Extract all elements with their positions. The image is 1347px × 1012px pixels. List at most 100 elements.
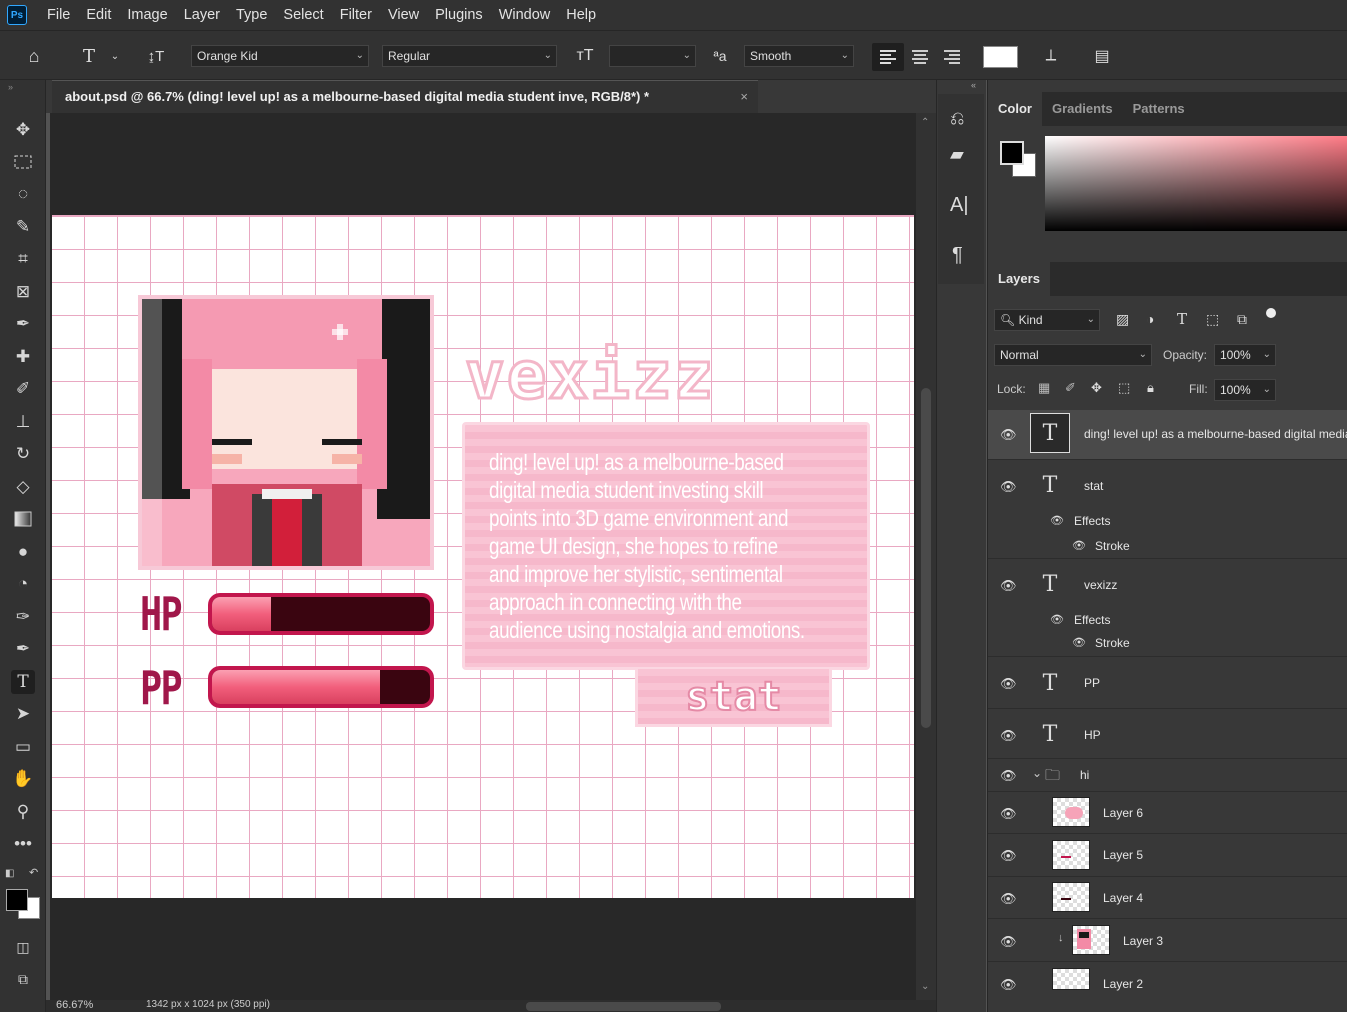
horizontal-scrollbar-thumb[interactable] bbox=[526, 1002, 721, 1011]
stroke-eye-icon[interactable]: 👁︎ bbox=[1072, 539, 1086, 552]
menu-help[interactable]: Help bbox=[558, 0, 604, 30]
menu-window[interactable]: Window bbox=[491, 0, 559, 30]
pen-tool-icon[interactable]: ✑ bbox=[11, 605, 35, 629]
layer-row-layer6[interactable]: 👁︎ Layer 6 bbox=[988, 792, 1347, 834]
layer-name[interactable]: vexizz bbox=[1084, 578, 1117, 592]
type-tool-preset-icon[interactable]: T bbox=[78, 45, 100, 67]
menu-type[interactable]: Type bbox=[228, 0, 275, 30]
menu-filter[interactable]: Filter bbox=[332, 0, 380, 30]
stroke-eye-icon[interactable]: 👁︎ bbox=[1072, 636, 1086, 649]
document-info[interactable]: 1342 px x 1024 px (350 ppi) bbox=[146, 999, 270, 1010]
eyedropper-tool-icon[interactable]: ✒ bbox=[11, 312, 35, 336]
chevron-down-icon[interactable]: ⌄ bbox=[104, 45, 126, 67]
visibility-eye-icon[interactable]: 👁︎ bbox=[1000, 768, 1017, 784]
align-center-button[interactable] bbox=[904, 43, 936, 71]
color-picker-fg-swatch[interactable] bbox=[1000, 141, 1024, 165]
crop-tool-icon[interactable]: ⌗ bbox=[11, 247, 35, 271]
foreground-color-swatch[interactable] bbox=[6, 889, 28, 911]
stroke-label[interactable]: Stroke bbox=[1095, 636, 1130, 650]
tab-gradients[interactable]: Gradients bbox=[1042, 92, 1123, 126]
layer-name[interactable]: Layer 6 bbox=[1103, 806, 1143, 820]
vertical-scrollbar[interactable]: ⌃ ⌄ bbox=[916, 113, 936, 1000]
visibility-eye-icon[interactable]: 👁︎ bbox=[1000, 806, 1017, 822]
align-right-button[interactable] bbox=[936, 43, 968, 71]
effects-eye-icon[interactable]: 👁︎ bbox=[1050, 613, 1064, 626]
lock-transparent-icon[interactable]: ▦ bbox=[1038, 380, 1050, 396]
visibility-eye-icon[interactable]: 👁︎ bbox=[1000, 977, 1017, 993]
layer-row-layer5[interactable]: 👁︎ Layer 5 bbox=[988, 834, 1347, 877]
layer-name[interactable]: stat bbox=[1084, 479, 1103, 493]
antialias-dropdown[interactable]: Smooth ⌄ bbox=[744, 45, 854, 67]
toggle-text-orientation-icon[interactable]: ↨T bbox=[145, 45, 167, 67]
character-panel-icon[interactable]: A| bbox=[950, 194, 969, 217]
more-tools-icon[interactable]: ••• bbox=[11, 832, 35, 856]
layer-row-layer4[interactable]: 👁︎ Layer 4 bbox=[988, 877, 1347, 919]
menu-edit[interactable]: Edit bbox=[78, 0, 119, 30]
stroke-label[interactable]: Stroke bbox=[1095, 539, 1130, 553]
paragraph-panel-icon[interactable]: ¶ bbox=[952, 244, 963, 267]
marquee-tool-icon[interactable] bbox=[11, 150, 35, 174]
layer-row-selected[interactable]: 👁︎ T ding! level up! as a melbourne-base… bbox=[988, 410, 1347, 460]
lasso-tool-icon[interactable]: ◌ bbox=[11, 182, 35, 206]
home-icon[interactable]: ⌂ bbox=[23, 45, 45, 67]
visibility-eye-icon[interactable]: 👁︎ bbox=[1000, 848, 1017, 864]
layer-row-layer2[interactable]: 👁︎ Layer 2 bbox=[988, 962, 1347, 993]
close-tab-icon[interactable]: × bbox=[740, 81, 748, 113]
text-color-swatch[interactable] bbox=[983, 46, 1018, 68]
effects-eye-icon[interactable]: 👁︎ bbox=[1050, 514, 1064, 527]
hand-tool-icon[interactable]: ✋ bbox=[11, 767, 35, 791]
lock-position-icon[interactable]: ✥ bbox=[1091, 380, 1102, 396]
collapse-panels-icon[interactable]: « bbox=[971, 80, 976, 90]
layer-name[interactable]: Layer 3 bbox=[1123, 934, 1163, 948]
artboard[interactable]: HP PP vexizz ding! level up! as a melbou… bbox=[52, 215, 914, 898]
menu-plugins[interactable]: Plugins bbox=[427, 0, 491, 30]
eraser-tool-icon[interactable]: ◇ bbox=[11, 475, 35, 499]
gradient-tool-icon[interactable] bbox=[11, 507, 35, 531]
filter-shape-icon[interactable]: ⬚ bbox=[1206, 311, 1219, 328]
character-panel-icon[interactable]: ▤ bbox=[1091, 45, 1113, 67]
menu-select[interactable]: Select bbox=[275, 0, 331, 30]
lock-artboard-icon[interactable]: ⬚ bbox=[1118, 380, 1130, 396]
visibility-eye-icon[interactable]: 👁︎ bbox=[1000, 891, 1017, 907]
expand-panel-icon[interactable]: » bbox=[8, 82, 13, 92]
layer-name[interactable]: Layer 4 bbox=[1103, 891, 1143, 905]
filter-toggle-icon[interactable] bbox=[1266, 308, 1276, 318]
brush-tool-icon[interactable]: ✐ bbox=[11, 377, 35, 401]
zoom-tool-icon[interactable]: ⚲ bbox=[11, 800, 35, 824]
visibility-eye-icon[interactable]: 👁︎ bbox=[1000, 479, 1017, 495]
filter-smart-object-icon[interactable]: ⧉ bbox=[1237, 311, 1247, 328]
layer-row-hp[interactable]: 👁︎ T HP bbox=[988, 709, 1347, 759]
visibility-eye-icon[interactable]: 👁︎ bbox=[1000, 427, 1017, 443]
layer-name[interactable]: hi bbox=[1080, 768, 1089, 782]
lock-all-icon[interactable]: 🔒︎ bbox=[1147, 380, 1154, 396]
tab-layers[interactable]: Layers bbox=[988, 262, 1050, 296]
scroll-down-icon[interactable]: ⌄ bbox=[921, 981, 929, 992]
tab-patterns[interactable]: Patterns bbox=[1123, 92, 1195, 126]
filter-pixel-icon[interactable]: ▨ bbox=[1116, 311, 1129, 328]
visibility-eye-icon[interactable]: 👁︎ bbox=[1000, 728, 1017, 744]
tab-color[interactable]: Color bbox=[988, 92, 1042, 126]
default-colors-icon[interactable]: ◧ bbox=[5, 868, 14, 879]
scroll-up-icon[interactable]: ⌃ bbox=[921, 117, 929, 128]
filter-adjustment-icon[interactable]: ◑ bbox=[1146, 311, 1154, 327]
color-field[interactable] bbox=[1045, 136, 1347, 231]
rectangle-tool-icon[interactable]: ▭ bbox=[11, 735, 35, 759]
opacity-field[interactable]: 100% ⌄ bbox=[1214, 344, 1276, 366]
clone-stamp-tool-icon[interactable]: ⊥ bbox=[11, 410, 35, 434]
move-tool-icon[interactable]: ✥ bbox=[11, 118, 35, 142]
chevron-down-icon[interactable]: ⌄ bbox=[1032, 766, 1042, 780]
font-family-dropdown[interactable]: Orange Kid ⌄ bbox=[191, 45, 369, 67]
healing-brush-tool-icon[interactable]: ✚ bbox=[11, 345, 35, 369]
screen-mode-icon[interactable]: ⧉ bbox=[11, 967, 35, 991]
history-panel-icon[interactable]: ⎌ bbox=[950, 108, 964, 129]
pen-anchor-tool-icon[interactable]: ✒ bbox=[11, 637, 35, 661]
layer-row-group-hi[interactable]: 👁︎ ⌄ 🗀︎ hi bbox=[988, 759, 1347, 792]
warp-text-icon[interactable]: ⟂ bbox=[1040, 45, 1062, 67]
layer-row-pp[interactable]: 👁︎ T PP bbox=[988, 657, 1347, 709]
layer-row-stat[interactable]: 👁︎ T stat 👁︎ Effects 👁︎ Stroke bbox=[988, 460, 1347, 559]
layer-name[interactable]: PP bbox=[1084, 676, 1100, 690]
type-tool-icon[interactable]: T bbox=[11, 670, 35, 694]
quick-mask-icon[interactable]: ◫ bbox=[11, 935, 35, 959]
blend-mode-dropdown[interactable]: Normal ⌄ bbox=[994, 344, 1152, 366]
visibility-eye-icon[interactable]: 👁︎ bbox=[1000, 676, 1017, 692]
